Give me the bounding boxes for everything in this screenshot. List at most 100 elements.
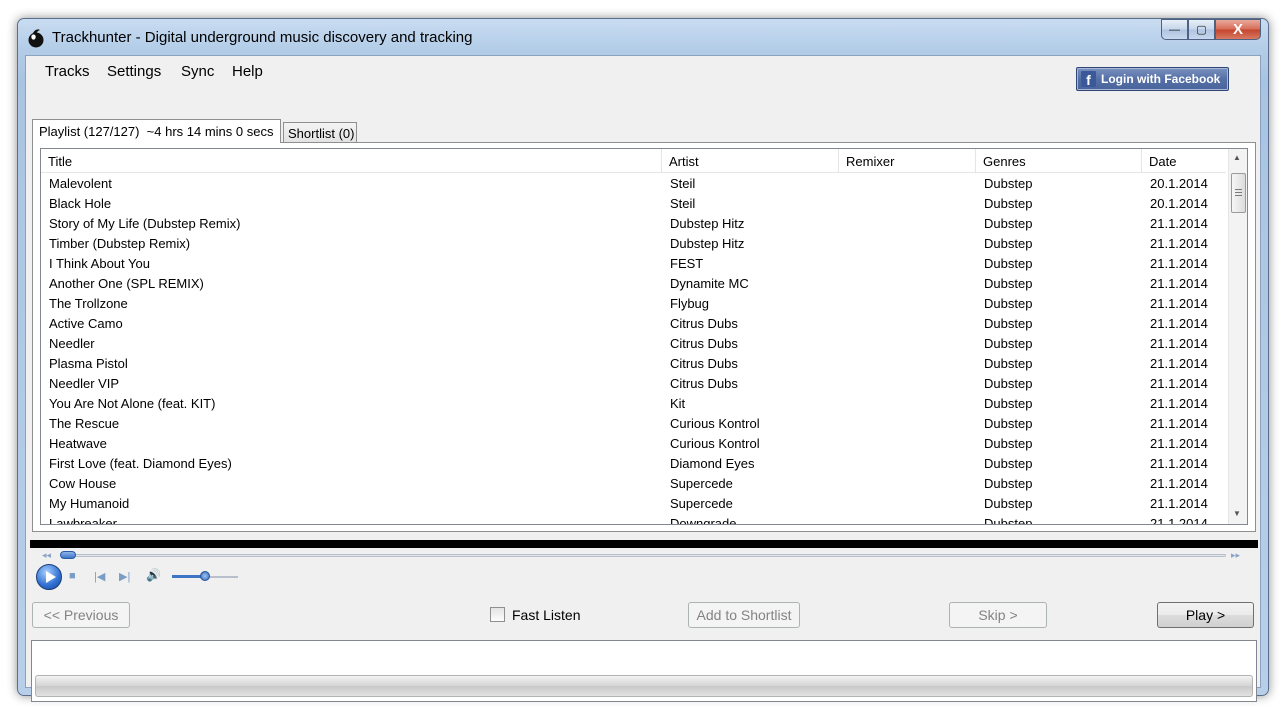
minimize-icon: — — [1169, 23, 1180, 36]
grip-line — [1235, 189, 1242, 190]
table-row[interactable]: Story of My Life (Dubstep Remix) Dubstep … — [41, 213, 1226, 233]
cell-date: 20.1.2014 — [1150, 196, 1208, 211]
column-genres[interactable]: Genres — [976, 149, 1142, 173]
cell-artist: Kit — [670, 396, 686, 411]
table-row[interactable]: Lawbreaker Downgrade Dubstep 21.1.2014 — [41, 513, 1226, 525]
seek-back-icon[interactable]: ◂◂ — [42, 550, 51, 561]
maximize-button[interactable]: ▢ — [1188, 19, 1215, 40]
cell-genres: Dubstep — [984, 236, 1033, 251]
add-to-shortlist-button[interactable]: Add to Shortlist — [688, 602, 800, 628]
cell-title: Story of My Life (Dubstep Remix) — [49, 216, 241, 231]
cell-title: My Humanoid — [49, 496, 130, 511]
table-row[interactable]: My Humanoid Supercede Dubstep 21.1.2014 — [41, 493, 1226, 513]
skip-button[interactable]: Skip > — [949, 602, 1047, 628]
table-row[interactable]: Heatwave Curious Kontrol Dubstep 21.1.2014 — [41, 433, 1226, 453]
stop-icon[interactable]: ■ — [69, 570, 76, 582]
scroll-thumb[interactable] — [1231, 173, 1246, 213]
cell-genres: Dubstep — [984, 436, 1033, 451]
cell-artist: Curious Kontrol — [670, 416, 760, 431]
cell-date: 21.1.2014 — [1150, 516, 1208, 525]
cell-artist: Dubstep Hitz — [670, 216, 745, 231]
video-area — [30, 540, 1258, 548]
cell-date: 21.1.2014 — [1150, 236, 1208, 251]
previous-button[interactable]: << Previous — [32, 602, 130, 628]
cell-artist: Citrus Dubs — [670, 316, 738, 331]
cell-date: 20.1.2014 — [1150, 176, 1208, 191]
cell-artist: Citrus Dubs — [670, 336, 738, 351]
window-title: Trackhunter - Digital underground music … — [52, 29, 473, 46]
tab-playlist[interactable]: Playlist (127/127) ~4 hrs 14 mins 0 secs — [32, 119, 281, 143]
play-pause-button[interactable] — [36, 564, 62, 590]
volume-icon[interactable]: 🔊 — [146, 568, 161, 582]
cell-title: First Love (feat. Diamond Eyes) — [49, 456, 232, 471]
cell-artist: Steil — [670, 176, 696, 191]
table-row[interactable]: Active Camo Citrus Dubs Dubstep 21.1.2014 — [41, 313, 1226, 333]
next-track-icon[interactable]: ▶| — [119, 570, 130, 583]
table-row[interactable]: Black Hole Steil Dubstep 20.1.2014 — [41, 193, 1226, 213]
cell-title: The Trollzone — [49, 296, 128, 311]
table-row[interactable]: Another One (SPL REMIX) Dynamite MC Dubste… — [41, 273, 1226, 293]
fast-listen-label[interactable]: Fast Listen — [512, 607, 580, 623]
cell-artist: Dubstep Hitz — [670, 236, 745, 251]
cell-artist: Dynamite MC — [670, 276, 749, 291]
scroll-down-icon[interactable]: ▼ — [1233, 509, 1241, 518]
cell-genres: Dubstep — [984, 316, 1033, 331]
table-row[interactable]: Timber (Dubstep Remix) Dubstep Hitz Dubste… — [41, 233, 1226, 253]
table-row[interactable]: Malevolent Steil Dubstep 20.1.2014 — [41, 173, 1226, 193]
cell-artist: Diamond Eyes — [670, 456, 755, 471]
table-row[interactable]: You Are Not Alone (feat. KIT) Kit Dubstep 2… — [41, 393, 1226, 413]
close-icon: X — [1232, 21, 1243, 38]
table-row[interactable]: First Love (feat. Diamond Eyes) Diamond E… — [41, 453, 1226, 473]
seek-forward-icon[interactable]: ▸▸ — [1231, 550, 1240, 561]
cell-title: Needler — [49, 336, 95, 351]
table-row[interactable]: Cow House Supercede Dubstep 21.1.2014 — [41, 473, 1226, 493]
media-player: ◂◂ ▸▸ ■ |◀ ▶| 🔊 — [30, 540, 1258, 592]
cell-artist: Curious Kontrol — [670, 436, 760, 451]
table-row[interactable]: Needler Citrus Dubs Dubstep 21.1.2014 — [41, 333, 1226, 353]
column-date[interactable]: Date — [1142, 149, 1226, 173]
cell-title: Cow House — [49, 476, 117, 491]
cell-artist: Downgrade — [670, 516, 737, 525]
seek-knob[interactable] — [60, 551, 76, 559]
close-button[interactable]: X — [1215, 19, 1261, 40]
column-artist[interactable]: Artist — [662, 149, 839, 173]
previous-track-icon[interactable]: |◀ — [94, 570, 105, 583]
minimize-button[interactable]: — — [1161, 19, 1188, 40]
cell-date: 21.1.2014 — [1150, 316, 1208, 331]
column-remixer[interactable]: Remixer — [839, 149, 976, 173]
cell-genres: Dubstep — [984, 356, 1033, 371]
table-row[interactable]: Plasma Pistol Citrus Dubs Dubstep 21.1.2014 — [41, 353, 1226, 373]
cell-artist: Citrus Dubs — [670, 376, 738, 391]
menu-help[interactable]: Help — [232, 63, 263, 80]
scroll-up-icon[interactable]: ▲ — [1233, 153, 1241, 162]
menu-sync[interactable]: Sync — [181, 63, 214, 80]
table-row[interactable]: I Think About You FEST Dubstep 21.1.2014 — [41, 253, 1226, 273]
cell-genres: Dubstep — [984, 416, 1033, 431]
menu-settings[interactable]: Settings — [107, 63, 161, 80]
column-title[interactable]: Title — [41, 149, 662, 173]
cell-genres: Dubstep — [984, 396, 1033, 411]
cell-genres: Dubstep — [984, 476, 1033, 491]
play-button[interactable]: Play > — [1157, 602, 1254, 628]
cell-date: 21.1.2014 — [1150, 276, 1208, 291]
cell-title: Another One (SPL REMIX) — [49, 276, 204, 291]
cell-genres: Dubstep — [984, 256, 1033, 271]
cell-date: 21.1.2014 — [1150, 436, 1208, 451]
table-row[interactable]: Needler VIP Citrus Dubs Dubstep 21.1.2014 — [41, 373, 1226, 393]
title-bar[interactable]: Trackhunter - Digital underground music … — [18, 19, 1268, 55]
client-area: Tracks Settings Sync Help f Login with F… — [25, 55, 1261, 702]
list-header: Title Artist Remixer Genres Date — [41, 149, 1226, 173]
cell-title: Heatwave — [49, 436, 107, 451]
cell-date: 21.1.2014 — [1150, 216, 1208, 231]
menu-tracks[interactable]: Tracks — [45, 63, 89, 80]
fast-listen-checkbox[interactable] — [490, 607, 505, 622]
facebook-login-button[interactable]: f Login with Facebook — [1076, 67, 1229, 91]
seek-bar[interactable] — [64, 554, 1226, 557]
table-row[interactable]: The Trollzone Flybug Dubstep 21.1.2014 — [41, 293, 1226, 313]
table-row[interactable]: The Rescue Curious Kontrol Dubstep 21.1.201… — [41, 413, 1226, 433]
tab-shortlist[interactable]: Shortlist (0) — [283, 122, 357, 143]
cell-title: Lawbreaker — [49, 516, 117, 525]
cell-artist: FEST — [670, 256, 704, 271]
volume-knob[interactable] — [200, 571, 210, 581]
vertical-scrollbar[interactable]: ▲ ▼ — [1228, 149, 1247, 524]
